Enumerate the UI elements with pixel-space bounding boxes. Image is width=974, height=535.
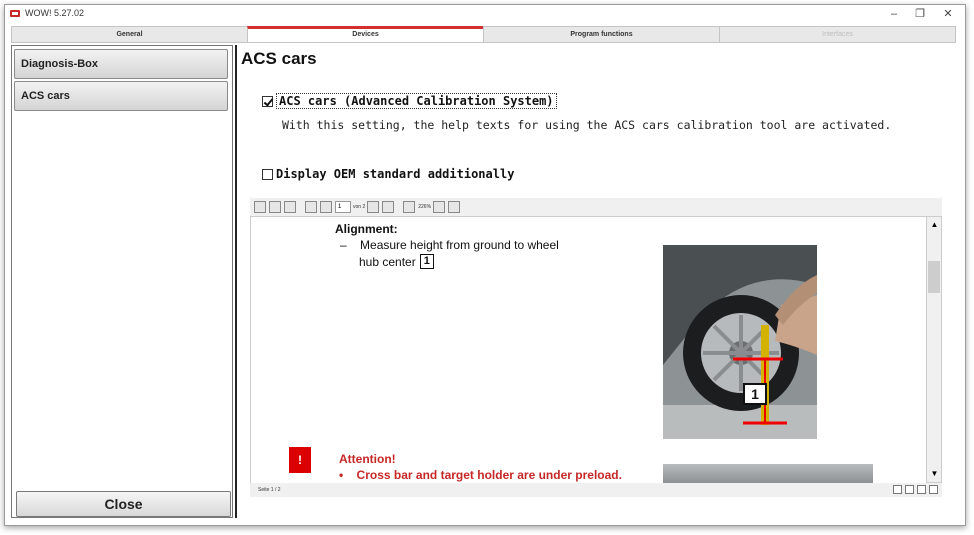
zoom-in-icon[interactable] <box>448 201 461 213</box>
previous-page-icon[interactable] <box>320 201 332 213</box>
close-window-button[interactable]: ✕ <box>935 6 961 22</box>
wheel-photo-illustration <box>663 245 817 439</box>
first-page-icon[interactable] <box>305 201 317 213</box>
single-page-icon[interactable] <box>893 485 902 494</box>
continuous-page-icon[interactable] <box>905 485 914 494</box>
doc-bullet-continuation: hub center 1 <box>359 254 434 269</box>
restore-button[interactable]: ❐ <box>907 6 933 22</box>
copy-icon[interactable] <box>284 201 296 213</box>
title-bar: WOW! 5.27.02 – ❐ ✕ <box>5 5 965 23</box>
acs-checkbox-label[interactable]: ACS cars (Advanced Calibration System) <box>276 93 557 109</box>
doc-bullet-line1: Measure height from ground to wheel <box>360 238 559 252</box>
panel-divider <box>235 45 237 518</box>
print-setup-icon[interactable] <box>269 201 281 213</box>
attention-title: Attention! <box>339 452 396 466</box>
page-count-label: von 2 <box>353 204 366 210</box>
attention-text-content: Cross bar and target holder are under pr… <box>356 468 622 482</box>
sidebar-item-acs-cars[interactable]: ACS cars <box>14 81 228 111</box>
tab-program-functions[interactable]: Program functions <box>483 26 719 43</box>
sidebar-item-diagnosis-box[interactable]: Diagnosis-Box <box>14 49 228 79</box>
scroll-down-icon[interactable]: ▼ <box>929 468 940 479</box>
tab-interfaces: Interfaces <box>719 26 956 43</box>
oem-checkbox-label[interactable]: Display OEM standard additionally <box>276 167 514 181</box>
acs-checkbox[interactable] <box>262 95 273 107</box>
photo-callout-number: 1 <box>743 383 767 405</box>
zoom-level[interactable]: 226% <box>418 204 431 210</box>
pdf-viewer[interactable]: Alignment: – Measure height from ground … <box>250 216 926 483</box>
scroll-thumb[interactable] <box>928 261 940 293</box>
doc-heading: Alignment: <box>335 222 398 236</box>
close-button[interactable]: Close <box>16 491 231 517</box>
second-photo <box>663 464 873 483</box>
attention-text: • Cross bar and target holder are under … <box>339 468 622 482</box>
acs-help-text: With this setting, the help texts for us… <box>282 118 892 132</box>
print-icon[interactable] <box>254 201 266 213</box>
app-logo-icon <box>10 10 20 17</box>
oem-option-row[interactable]: Display OEM standard additionally <box>262 167 514 181</box>
app-window: WOW! 5.27.02 – ❐ ✕ General Devices Progr… <box>4 4 966 526</box>
attention-bullet: • <box>339 468 344 482</box>
attention-icon: ! <box>289 447 311 473</box>
tab-general[interactable]: General <box>11 26 247 43</box>
doc-callout-number: 1 <box>419 254 434 269</box>
wheel-measurement-photo: 1 <box>663 245 817 439</box>
pdf-toolbar: 1 von 2 226% <box>250 198 942 216</box>
pdf-scrollbar[interactable]: ▲ ▼ <box>926 216 942 483</box>
scroll-up-icon[interactable]: ▲ <box>929 219 940 230</box>
doc-bullet-line2: hub center <box>359 254 416 269</box>
zoom-dropdown-icon[interactable] <box>433 201 446 213</box>
minimize-button[interactable]: – <box>881 6 907 22</box>
next-page-icon[interactable] <box>367 201 380 213</box>
tab-devices[interactable]: Devices <box>247 26 483 43</box>
page-title: ACS cars <box>241 49 317 68</box>
acs-option-row[interactable]: ACS cars (Advanced Calibration System) <box>262 93 557 109</box>
tab-bar: General Devices Program functions Interf… <box>11 26 956 43</box>
doc-bullet: – Measure height from ground to wheel <box>340 238 559 252</box>
zoom-out-icon[interactable] <box>403 201 416 213</box>
sidebar: Diagnosis-Box ACS cars Close <box>11 45 233 518</box>
pdf-status-bar: Seite 1 / 2 <box>250 483 942 497</box>
page-status: Seite 1 / 2 <box>258 487 281 493</box>
view-mode-icons <box>890 485 938 494</box>
last-page-icon[interactable] <box>382 201 395 213</box>
doc-bullet-dash: – <box>340 238 347 252</box>
facing-continuous-icon[interactable] <box>929 485 938 494</box>
page-number-input[interactable]: 1 <box>335 201 351 213</box>
oem-checkbox[interactable] <box>262 168 273 180</box>
window-title: WOW! 5.27.02 <box>25 8 85 18</box>
facing-pages-icon[interactable] <box>917 485 926 494</box>
